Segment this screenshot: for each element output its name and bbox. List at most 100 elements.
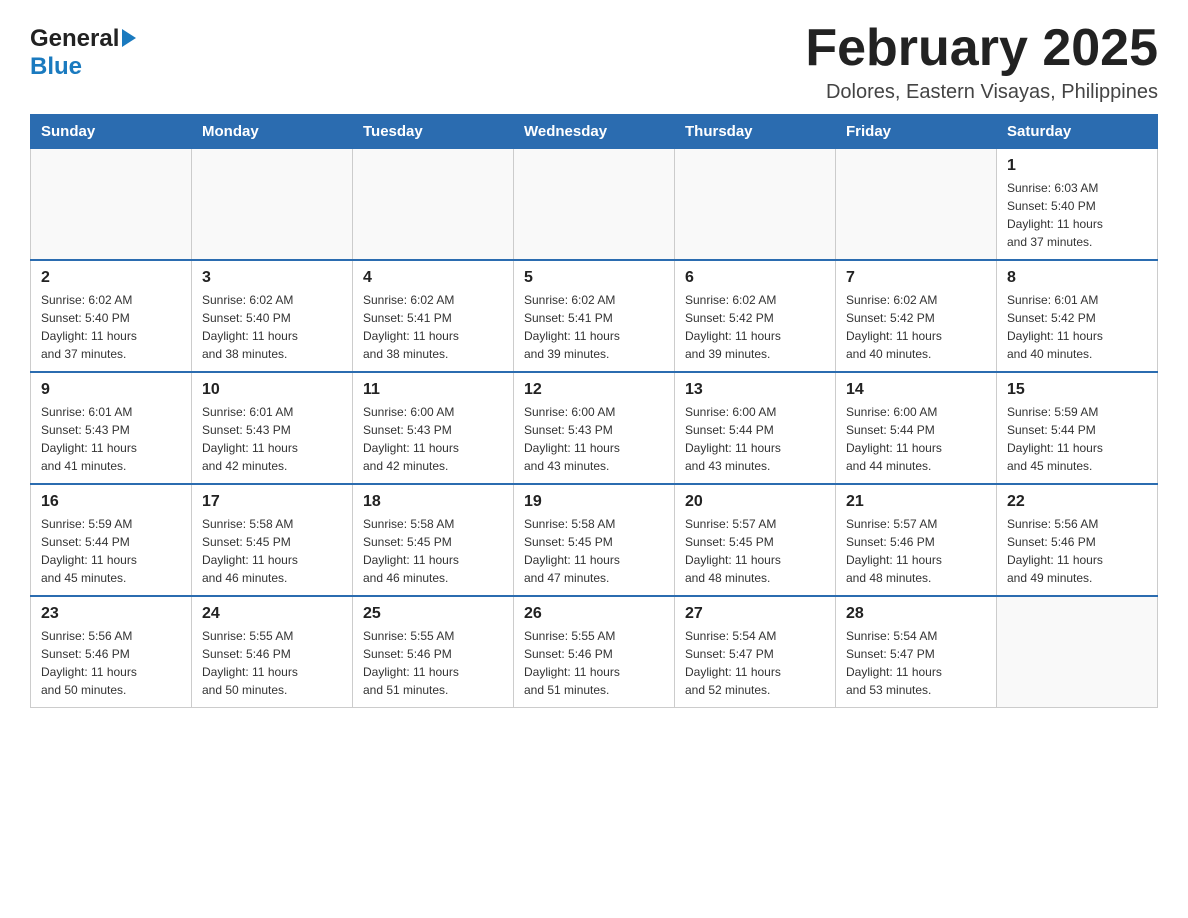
day-number: 4	[363, 269, 503, 287]
day-number: 7	[846, 269, 986, 287]
day-info: Sunrise: 6:01 AM Sunset: 5:43 PM Dayligh…	[202, 403, 342, 475]
day-number: 21	[846, 493, 986, 511]
day-number: 9	[41, 381, 181, 399]
day-info: Sunrise: 6:02 AM Sunset: 5:42 PM Dayligh…	[685, 291, 825, 363]
day-info: Sunrise: 6:00 AM Sunset: 5:43 PM Dayligh…	[363, 403, 503, 475]
day-info: Sunrise: 5:54 AM Sunset: 5:47 PM Dayligh…	[685, 627, 825, 699]
day-number: 10	[202, 381, 342, 399]
calendar-day-cell: 2 Sunrise: 6:02 AM Sunset: 5:40 PM Daylig…	[31, 260, 192, 372]
calendar-day-cell: 4Sunrise: 6:02 AM Sunset: 5:41 PM Daylig…	[353, 260, 514, 372]
day-number: 13	[685, 381, 825, 399]
day-number: 19	[524, 493, 664, 511]
day-info: Sunrise: 5:55 AM Sunset: 5:46 PM Dayligh…	[363, 627, 503, 699]
day-number: 23	[41, 605, 181, 623]
calendar-week-row: 2 Sunrise: 6:02 AM Sunset: 5:40 PM Daylig…	[31, 260, 1158, 372]
day-info: Sunrise: 5:58 AM Sunset: 5:45 PM Dayligh…	[524, 515, 664, 587]
calendar-week-row: 23 Sunrise: 5:56 AM Sunset: 5:46 PM Dayli…	[31, 596, 1158, 708]
logo-blue: Blue	[30, 53, 82, 81]
calendar-day-cell: 13 Sunrise: 6:00 AM Sunset: 5:44 PM Dayli…	[675, 372, 836, 484]
day-number: 12	[524, 381, 664, 399]
header-sunday: Sunday	[31, 115, 192, 149]
calendar-day-cell: 10 Sunrise: 6:01 AM Sunset: 5:43 PM Dayli…	[192, 372, 353, 484]
header-saturday: Saturday	[997, 115, 1158, 149]
calendar-day-cell: 28Sunrise: 5:54 AM Sunset: 5:47 PM Dayli…	[836, 596, 997, 708]
day-number: 18	[363, 493, 503, 511]
header-tuesday: Tuesday	[353, 115, 514, 149]
calendar-day-cell: 3 Sunrise: 6:02 AM Sunset: 5:40 PM Daylig…	[192, 260, 353, 372]
calendar-day-cell	[192, 149, 353, 261]
page-header: General Blue February 2025 Dolores, East…	[30, 20, 1158, 104]
calendar-day-cell: 26 Sunrise: 5:55 AM Sunset: 5:46 PM Dayli…	[514, 596, 675, 708]
day-info: Sunrise: 6:03 AM Sunset: 5:40 PM Dayligh…	[1007, 179, 1147, 251]
day-info: Sunrise: 5:55 AM Sunset: 5:46 PM Dayligh…	[202, 627, 342, 699]
calendar-day-cell	[836, 149, 997, 261]
day-info: Sunrise: 6:02 AM Sunset: 5:42 PM Dayligh…	[846, 291, 986, 363]
calendar-table: SundayMondayTuesdayWednesdayThursdayFrid…	[30, 114, 1158, 708]
day-number: 20	[685, 493, 825, 511]
header-wednesday: Wednesday	[514, 115, 675, 149]
day-info: Sunrise: 6:00 AM Sunset: 5:43 PM Dayligh…	[524, 403, 664, 475]
calendar-day-cell: 6 Sunrise: 6:02 AM Sunset: 5:42 PM Daylig…	[675, 260, 836, 372]
day-info: Sunrise: 5:58 AM Sunset: 5:45 PM Dayligh…	[202, 515, 342, 587]
day-number: 3	[202, 269, 342, 287]
logo-general: General	[30, 25, 119, 53]
calendar-subtitle: Dolores, Eastern Visayas, Philippines	[805, 81, 1158, 104]
title-section: February 2025 Dolores, Eastern Visayas, …	[805, 20, 1158, 104]
day-number: 24	[202, 605, 342, 623]
calendar-day-cell: 12 Sunrise: 6:00 AM Sunset: 5:43 PM Dayli…	[514, 372, 675, 484]
day-info: Sunrise: 5:59 AM Sunset: 5:44 PM Dayligh…	[1007, 403, 1147, 475]
calendar-day-cell	[31, 149, 192, 261]
day-info: Sunrise: 5:55 AM Sunset: 5:46 PM Dayligh…	[524, 627, 664, 699]
day-number: 22	[1007, 493, 1147, 511]
day-info: Sunrise: 5:58 AM Sunset: 5:45 PM Dayligh…	[363, 515, 503, 587]
calendar-day-cell: 15 Sunrise: 5:59 AM Sunset: 5:44 PM Dayli…	[997, 372, 1158, 484]
day-number: 26	[524, 605, 664, 623]
calendar-day-cell: 19 Sunrise: 5:58 AM Sunset: 5:45 PM Dayli…	[514, 484, 675, 596]
day-number: 27	[685, 605, 825, 623]
calendar-week-row: 9 Sunrise: 6:01 AM Sunset: 5:43 PM Daylig…	[31, 372, 1158, 484]
header-thursday: Thursday	[675, 115, 836, 149]
day-info: Sunrise: 5:57 AM Sunset: 5:45 PM Dayligh…	[685, 515, 825, 587]
header-monday: Monday	[192, 115, 353, 149]
calendar-day-cell: 17 Sunrise: 5:58 AM Sunset: 5:45 PM Dayli…	[192, 484, 353, 596]
day-number: 15	[1007, 381, 1147, 399]
calendar-week-row: 1Sunrise: 6:03 AM Sunset: 5:40 PM Daylig…	[31, 149, 1158, 261]
calendar-day-cell: 20 Sunrise: 5:57 AM Sunset: 5:45 PM Dayli…	[675, 484, 836, 596]
logo-chevron-icon	[122, 29, 136, 47]
calendar-week-row: 16 Sunrise: 5:59 AM Sunset: 5:44 PM Dayli…	[31, 484, 1158, 596]
calendar-day-cell: 16 Sunrise: 5:59 AM Sunset: 5:44 PM Dayli…	[31, 484, 192, 596]
day-number: 8	[1007, 269, 1147, 287]
calendar-day-cell	[353, 149, 514, 261]
day-info: Sunrise: 5:59 AM Sunset: 5:44 PM Dayligh…	[41, 515, 181, 587]
header-friday: Friday	[836, 115, 997, 149]
calendar-day-cell: 18 Sunrise: 5:58 AM Sunset: 5:45 PM Dayli…	[353, 484, 514, 596]
day-number: 2	[41, 269, 181, 287]
day-info: Sunrise: 5:57 AM Sunset: 5:46 PM Dayligh…	[846, 515, 986, 587]
day-info: Sunrise: 6:00 AM Sunset: 5:44 PM Dayligh…	[846, 403, 986, 475]
calendar-day-cell: 23 Sunrise: 5:56 AM Sunset: 5:46 PM Dayli…	[31, 596, 192, 708]
calendar-day-cell: 5 Sunrise: 6:02 AM Sunset: 5:41 PM Daylig…	[514, 260, 675, 372]
day-info: Sunrise: 6:02 AM Sunset: 5:40 PM Dayligh…	[202, 291, 342, 363]
day-number: 17	[202, 493, 342, 511]
calendar-day-cell: 1Sunrise: 6:03 AM Sunset: 5:40 PM Daylig…	[997, 149, 1158, 261]
day-number: 11	[363, 381, 503, 399]
day-info: Sunrise: 5:54 AM Sunset: 5:47 PM Dayligh…	[846, 627, 986, 699]
calendar-day-cell	[997, 596, 1158, 708]
day-number: 6	[685, 269, 825, 287]
calendar-day-cell: 14 Sunrise: 6:00 AM Sunset: 5:44 PM Dayli…	[836, 372, 997, 484]
calendar-day-cell: 24 Sunrise: 5:55 AM Sunset: 5:46 PM Dayli…	[192, 596, 353, 708]
calendar-header-row: SundayMondayTuesdayWednesdayThursdayFrid…	[31, 115, 1158, 149]
day-info: Sunrise: 6:02 AM Sunset: 5:40 PM Dayligh…	[41, 291, 181, 363]
day-number: 14	[846, 381, 986, 399]
day-info: Sunrise: 6:01 AM Sunset: 5:42 PM Dayligh…	[1007, 291, 1147, 363]
logo: General Blue	[30, 20, 136, 81]
day-info: Sunrise: 6:01 AM Sunset: 5:43 PM Dayligh…	[41, 403, 181, 475]
day-number: 16	[41, 493, 181, 511]
day-info: Sunrise: 6:02 AM Sunset: 5:41 PM Dayligh…	[524, 291, 664, 363]
day-number: 5	[524, 269, 664, 287]
day-info: Sunrise: 6:00 AM Sunset: 5:44 PM Dayligh…	[685, 403, 825, 475]
day-info: Sunrise: 5:56 AM Sunset: 5:46 PM Dayligh…	[41, 627, 181, 699]
calendar-day-cell: 9 Sunrise: 6:01 AM Sunset: 5:43 PM Daylig…	[31, 372, 192, 484]
day-info: Sunrise: 5:56 AM Sunset: 5:46 PM Dayligh…	[1007, 515, 1147, 587]
calendar-day-cell: 25Sunrise: 5:55 AM Sunset: 5:46 PM Dayli…	[353, 596, 514, 708]
